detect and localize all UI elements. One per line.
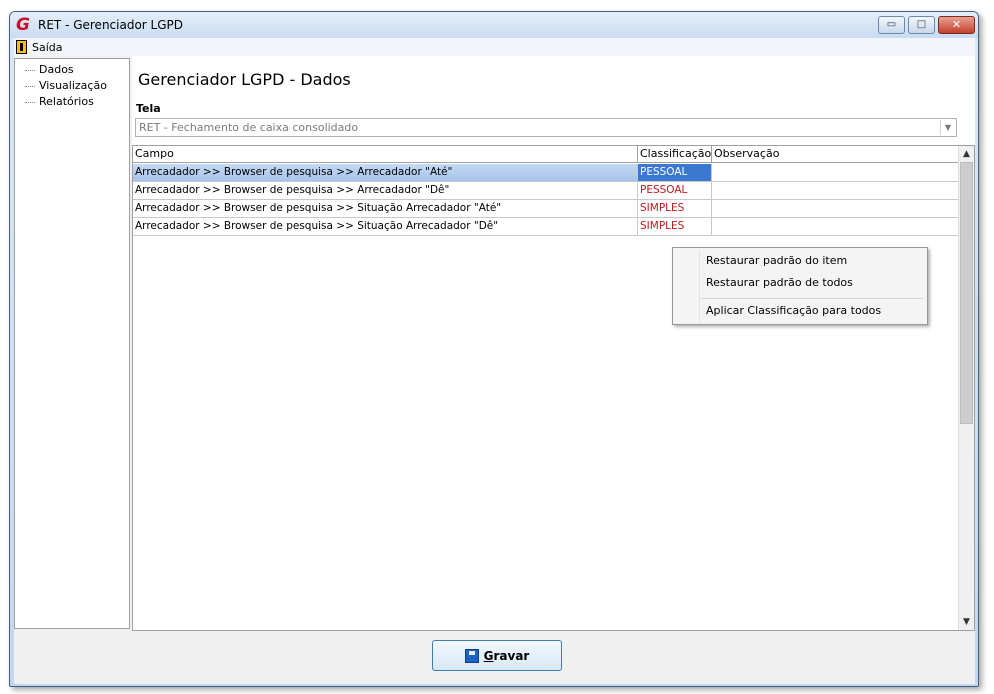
table-row[interactable]: Arrecadador >> Browser de pesquisa >> Ar… (133, 164, 961, 182)
cell-classificacao[interactable]: SIMPLES (638, 218, 712, 236)
context-menu-apply-all[interactable]: Aplicar Classificação para todos (706, 302, 881, 320)
footer-bar: Gravar (14, 631, 975, 684)
cell-observacao[interactable] (712, 200, 961, 218)
cell-campo[interactable]: Arrecadador >> Browser de pesquisa >> Si… (133, 218, 638, 236)
app-logo-icon: G (16, 15, 30, 35)
context-menu-restore-item[interactable]: Restaurar padrão do item (706, 252, 847, 270)
cell-campo[interactable]: Arrecadador >> Browser de pesquisa >> Ar… (133, 182, 638, 200)
screen-label: Tela (136, 102, 161, 115)
screen-select-value: RET - Fechamento de caixa consolidado (139, 121, 359, 134)
window-title: RET - Gerenciador LGPD (38, 18, 184, 32)
context-menu-separator (701, 298, 923, 299)
menu-bar: Saída (14, 38, 975, 56)
sidebar-item-dados[interactable]: Dados (25, 63, 74, 79)
save-label-accel: G (483, 648, 494, 663)
save-button[interactable]: Gravar (432, 640, 562, 671)
context-menu: Restaurar padrão do item Restaurar padrã… (672, 247, 928, 325)
close-button[interactable]: ✕ (938, 16, 975, 34)
cell-observacao[interactable] (712, 218, 961, 236)
table-row[interactable]: Arrecadador >> Browser de pesquisa >> Si… (133, 200, 961, 218)
save-label-rest: ravar (493, 648, 530, 663)
column-header-classificacao[interactable]: Classificação (638, 146, 712, 163)
column-header-campo[interactable]: Campo (133, 146, 638, 163)
cell-campo[interactable]: Arrecadador >> Browser de pesquisa >> Si… (133, 200, 638, 218)
context-menu-restore-all[interactable]: Restaurar padrão de todos (706, 274, 853, 292)
context-menu-gutter (699, 250, 700, 322)
cell-campo[interactable]: Arrecadador >> Browser de pesquisa >> Ar… (133, 164, 638, 182)
floppy-disk-icon (464, 648, 479, 663)
app-window: G RET - Gerenciador LGPD ▭ □ ✕ Saída Dad… (9, 11, 979, 687)
exit-door-icon (16, 40, 27, 54)
menu-exit-label: Saída (32, 40, 63, 54)
client-area: Dados Visualização Relatórios Gerenciado… (14, 56, 975, 684)
column-header-observacao[interactable]: Observação (712, 146, 961, 163)
screen-select[interactable]: RET - Fechamento de caixa consolidado ▼ (135, 118, 957, 137)
table-row[interactable]: Arrecadador >> Browser de pesquisa >> Ar… (133, 182, 961, 200)
sidebar-item-relatorios[interactable]: Relatórios (25, 95, 94, 111)
title-bar[interactable]: G RET - Gerenciador LGPD ▭ □ ✕ (10, 12, 978, 38)
cell-classificacao[interactable]: SIMPLES (638, 200, 712, 218)
grid-header: Campo Classificação Observação (133, 146, 961, 163)
main-content: Gerenciador LGPD - Dados Tela RET - Fech… (132, 56, 975, 631)
scrollbar-thumb[interactable] (960, 162, 973, 424)
cell-observacao[interactable] (712, 164, 961, 182)
cell-observacao[interactable] (712, 182, 961, 200)
scroll-down-icon[interactable]: ▼ (959, 614, 974, 630)
sidebar-item-visualizacao[interactable]: Visualização (25, 79, 107, 95)
save-button-label: Gravar (484, 649, 530, 663)
minimize-button[interactable]: ▭ (878, 16, 905, 34)
menu-exit[interactable]: Saída (16, 39, 63, 55)
sidebar-tree: Dados Visualização Relatórios (14, 58, 130, 629)
scroll-up-icon[interactable]: ▲ (959, 146, 974, 162)
page-title: Gerenciador LGPD - Dados (138, 70, 351, 89)
table-row[interactable]: Arrecadador >> Browser de pesquisa >> Si… (133, 218, 961, 236)
vertical-scrollbar[interactable]: ▲ ▼ (958, 146, 974, 630)
maximize-button[interactable]: □ (908, 16, 935, 34)
fields-grid: Campo Classificação Observação Arrecadad… (132, 145, 975, 631)
chevron-down-icon[interactable]: ▼ (940, 120, 955, 135)
cell-classificacao[interactable]: PESSOAL (638, 164, 712, 182)
cell-classificacao[interactable]: PESSOAL (638, 182, 712, 200)
